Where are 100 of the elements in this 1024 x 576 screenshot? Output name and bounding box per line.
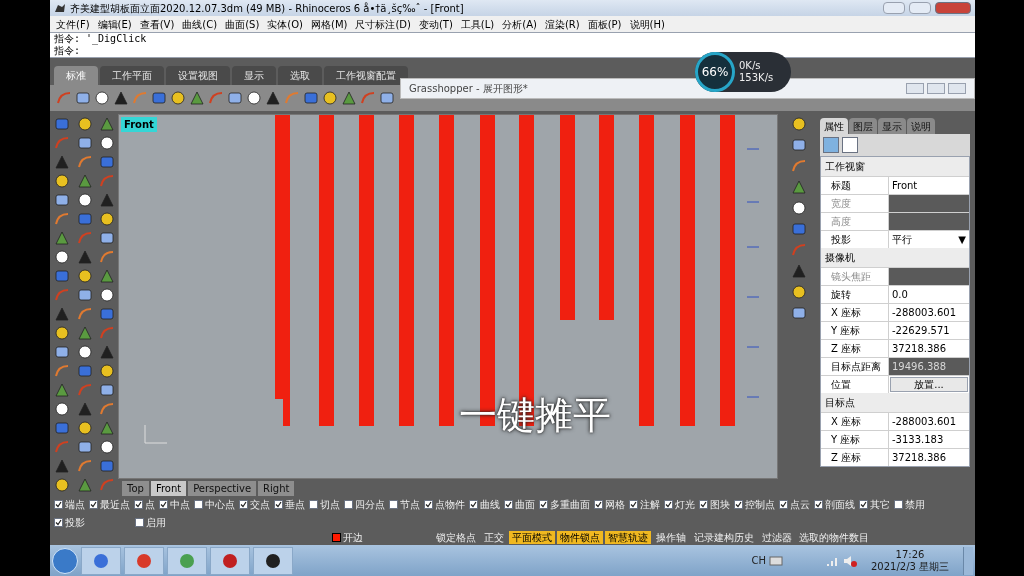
tool-icon[interactable]	[791, 116, 807, 132]
tool-icon[interactable]	[54, 249, 70, 265]
checkbox[interactable]	[54, 518, 63, 527]
tool-icon[interactable]	[76, 116, 93, 132]
start-button[interactable]	[52, 547, 78, 574]
menu-item[interactable]: 曲线(C)	[182, 16, 218, 32]
property-value[interactable]: -3133.183	[889, 431, 969, 448]
checkbox[interactable]	[699, 500, 708, 509]
menu-item[interactable]: 渲染(R)	[544, 16, 580, 32]
close-button[interactable]	[948, 83, 966, 94]
osnap-label[interactable]: 中点	[170, 497, 190, 512]
maximize-button[interactable]	[909, 2, 931, 14]
status-toggle[interactable]: 过滤器	[759, 531, 795, 544]
projection-dropdown[interactable]: 平行 ▼	[889, 231, 969, 248]
osnap-label[interactable]: 网格	[605, 497, 625, 512]
property-value[interactable]: -288003.601	[889, 413, 969, 430]
checkbox[interactable]	[859, 500, 868, 509]
status-toggle[interactable]: 智慧轨迹	[605, 531, 651, 544]
panel-tab[interactable]: 显示	[878, 118, 906, 134]
toolbar-tab[interactable]: 工作视窗配置	[324, 66, 408, 85]
checkbox[interactable]	[134, 500, 143, 509]
viewport-tab[interactable]: Top	[122, 480, 149, 496]
osnap-label[interactable]: 点	[145, 497, 155, 512]
tool-icon[interactable]	[265, 90, 281, 106]
menu-item[interactable]: 尺寸标注(D)	[355, 16, 411, 32]
menu-item[interactable]: 分析(A)	[502, 16, 537, 32]
section-header[interactable]: 摄像机	[821, 248, 969, 267]
tool-icon[interactable]	[76, 268, 93, 284]
checkbox[interactable]	[159, 500, 168, 509]
tool-icon[interactable]	[54, 192, 70, 208]
panel-tab[interactable]: 属性	[820, 118, 848, 134]
tool-icon[interactable]	[791, 305, 807, 321]
property-value[interactable]: 37218.386	[889, 340, 969, 357]
maximize-button[interactable]	[927, 83, 945, 94]
checkbox[interactable]	[89, 500, 98, 509]
minimize-button[interactable]	[906, 83, 924, 94]
viewport-tab[interactable]: Perspective	[188, 480, 257, 496]
checkbox[interactable]	[734, 500, 743, 509]
viewport-label[interactable]: Front	[121, 117, 157, 132]
place-button[interactable]: 放置...	[890, 377, 968, 392]
tool-icon[interactable]	[76, 420, 93, 436]
tool-icon[interactable]	[791, 284, 807, 300]
tool-icon[interactable]	[54, 401, 70, 417]
tool-icon[interactable]	[99, 211, 116, 227]
osnap-label[interactable]: 控制点	[745, 497, 775, 512]
osnap-label[interactable]: 中心点	[205, 497, 235, 512]
tool-icon[interactable]	[94, 90, 110, 106]
checkbox[interactable]	[344, 500, 353, 509]
tool-icon[interactable]	[791, 137, 807, 153]
taskbar-app-button[interactable]	[253, 546, 293, 575]
tool-icon[interactable]	[54, 477, 70, 493]
tool-icon[interactable]	[99, 439, 116, 455]
language-indicator[interactable]: CH	[751, 553, 766, 568]
status-toggle[interactable]: 操作轴	[653, 531, 689, 544]
menu-item[interactable]: 工具(L)	[460, 16, 495, 32]
status-toggle[interactable]: 平面模式	[509, 531, 555, 544]
tool-icon[interactable]	[170, 90, 186, 106]
tool-icon[interactable]	[791, 200, 807, 216]
osnap-label[interactable]: 切点	[320, 497, 340, 512]
status-toggle[interactable]: 物件锁点	[557, 531, 603, 544]
menu-item[interactable]: 网格(M)	[311, 16, 348, 32]
layer-swatch[interactable]	[332, 533, 341, 542]
osnap-label[interactable]: 禁用	[905, 497, 925, 512]
toolbar-tab[interactable]: 工作平面	[100, 66, 164, 85]
tool-icon[interactable]	[54, 344, 70, 360]
checkbox[interactable]	[539, 500, 548, 509]
property-value[interactable]: Front	[889, 177, 969, 194]
property-value[interactable]: 37218.386	[889, 449, 969, 466]
viewport-tab[interactable]: Right	[258, 480, 295, 496]
checkbox[interactable]	[469, 500, 478, 509]
menu-item[interactable]: 变动(T)	[418, 16, 453, 32]
menu-item[interactable]: 曲面(S)	[225, 16, 260, 32]
checkbox[interactable]	[309, 500, 318, 509]
checkbox[interactable]	[594, 500, 603, 509]
status-toggle[interactable]: 正交	[481, 531, 507, 544]
osnap-label[interactable]: 曲线	[480, 497, 500, 512]
toolbar-tab[interactable]: 设置视图	[166, 66, 230, 85]
checkbox[interactable]	[274, 500, 283, 509]
property-value[interactable]: -22629.571	[889, 322, 969, 339]
osnap-label[interactable]: 灯光	[675, 497, 695, 512]
panel-tab[interactable]: 图层	[849, 118, 877, 134]
toolbar-tab[interactable]: 显示	[232, 66, 276, 85]
osnap-label[interactable]: 最近点	[100, 497, 130, 512]
checkbox[interactable]	[135, 518, 144, 527]
checkbox[interactable]	[424, 500, 433, 509]
tool-icon[interactable]	[322, 90, 338, 106]
osnap-label[interactable]: 端点	[65, 497, 85, 512]
minimize-button[interactable]	[883, 2, 905, 14]
speaker-muted-icon[interactable]	[843, 553, 857, 568]
tool-icon[interactable]	[76, 135, 93, 151]
checkbox[interactable]	[814, 500, 823, 509]
tool-icon[interactable]	[99, 135, 116, 151]
section-header[interactable]: 目标点	[821, 393, 969, 412]
clock-date[interactable]: 2021/2/3 星期三	[870, 560, 950, 573]
osnap-label[interactable]: 其它	[870, 497, 890, 512]
clock-time[interactable]: 17:26	[895, 548, 925, 561]
tool-icon[interactable]	[76, 287, 93, 303]
osnap-label[interactable]: 点云	[790, 497, 810, 512]
osnap-label[interactable]: 图块	[710, 497, 730, 512]
menu-item[interactable]: 面板(P)	[587, 16, 622, 32]
